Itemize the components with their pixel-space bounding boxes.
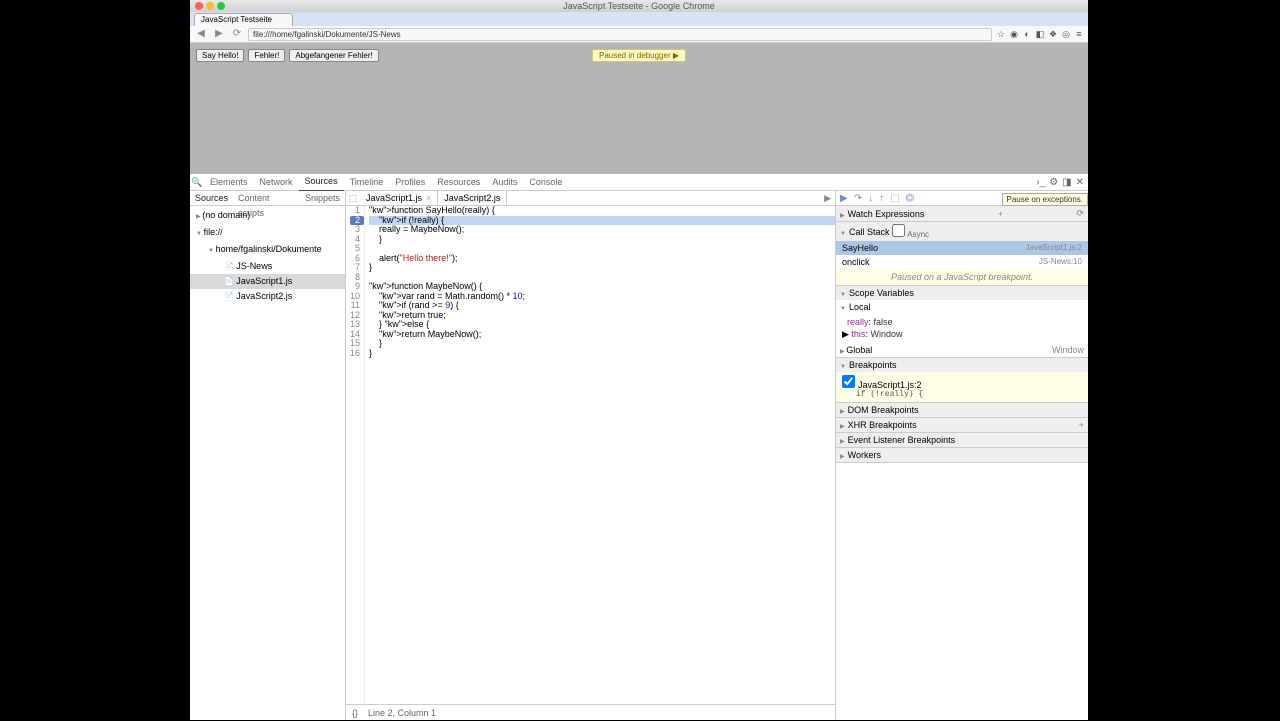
close-icon[interactable] — [195, 2, 203, 10]
menu-icon[interactable]: ≡ — [1074, 29, 1084, 39]
devtools-tabs: 🔍 Elements Network Sources Timeline Prof… — [190, 174, 1088, 191]
tree-file[interactable]: JavaScript1.js — [190, 274, 345, 289]
paused-banner: Paused in debugger ▶ — [592, 49, 686, 62]
scope-global[interactable]: GlobalWindow — [836, 343, 1088, 357]
page-content: Say Hello! Fehler! Abgefangener Fehler! … — [190, 43, 1088, 174]
tab-sources[interactable]: Sources — [299, 173, 344, 191]
paused-message: Paused on a JavaScript breakpoint. — [836, 269, 1088, 285]
tab-audits[interactable]: Audits — [486, 174, 523, 191]
minimize-icon[interactable] — [206, 2, 214, 10]
refresh-icon[interactable]: ⟳ — [1076, 208, 1084, 219]
dock-icon[interactable]: ◨ — [1062, 177, 1071, 188]
tree-file[interactable]: JavaScript2.js — [190, 289, 345, 304]
close-devtools-icon[interactable]: ✕ — [1076, 177, 1084, 188]
tree-folder[interactable]: home/fgalinski/Dokumente — [190, 242, 345, 259]
nav-tab-sources[interactable]: Sources — [190, 191, 233, 205]
window-controls[interactable] — [195, 2, 225, 10]
breakpoint-checkbox[interactable] — [842, 375, 855, 388]
browser-tabstrip: JavaScript Testseite — [190, 12, 1088, 26]
tree-scheme[interactable]: file:// — [190, 225, 345, 242]
reload-icon[interactable]: ⟳ — [230, 27, 244, 41]
line-gutter[interactable]: 12345678910111213141516 — [346, 206, 365, 704]
tab-timeline[interactable]: Timeline — [344, 174, 390, 191]
workers-header[interactable]: Workers — [836, 448, 1088, 462]
nav-tab-snippets[interactable]: Snippets — [300, 191, 345, 205]
window-title: JavaScript Testseite - Google Chrome — [563, 1, 714, 11]
scope-variable[interactable]: really: false — [842, 316, 1082, 328]
call-frame[interactable]: onclick JS-News:10 — [836, 255, 1088, 269]
ext-icon[interactable]: ◉ — [1009, 29, 1019, 39]
scope-header[interactable]: Scope Variables — [836, 286, 1088, 300]
pause-exceptions-icon[interactable]: ⏣ — [906, 193, 915, 204]
call-frame[interactable]: SayHello JavaScript1.js:2 — [836, 241, 1088, 255]
xhr-breakpoints-header[interactable]: XHR Breakpoints+ — [836, 418, 1088, 432]
toolbar: ◀ ▶ ⟳ file:///home/fgalinski/Dokumente/J… — [190, 26, 1088, 43]
nav-prev-icon[interactable]: ⬚ — [346, 193, 360, 204]
scope-variable[interactable]: ▶ this: Window — [842, 328, 1082, 341]
tree-no-domain[interactable]: (no domain) — [190, 208, 345, 225]
editor-statusbar: {} Line 2, Column 1 — [346, 704, 835, 720]
pretty-print-icon[interactable]: {} — [352, 705, 358, 720]
abgefangener-fehler-button[interactable]: Abgefangener Fehler! — [289, 49, 378, 62]
ext-icon[interactable]: ◐ — [1022, 29, 1032, 39]
zoom-icon[interactable] — [217, 2, 225, 10]
ext-icon[interactable]: ◧ — [1035, 29, 1045, 39]
source-code[interactable]: "kw">function SayHello(really) { "kw">if… — [365, 206, 835, 704]
dom-breakpoints-header[interactable]: DOM Breakpoints — [836, 403, 1088, 417]
star-icon[interactable]: ☆ — [996, 29, 1006, 39]
close-tab-icon[interactable]: × — [426, 193, 431, 203]
ext-icon[interactable]: ❖ — [1048, 29, 1058, 39]
address-bar[interactable]: file:///home/fgalinski/Dokumente/JS-News — [248, 28, 992, 41]
source-editor: ⬚ JavaScript1.js× JavaScript2.js ▶ 12345… — [346, 191, 836, 720]
debugger-toolbar: ▶ ↷ ↓ ↑ ⬚ ⏣ Pause on exceptions. — [836, 191, 1088, 206]
tooltip: Pause on exceptions. — [1002, 193, 1089, 206]
deactivate-breakpoints-icon[interactable]: ⬚ — [890, 193, 899, 204]
event-listener-breakpoints-header[interactable]: Event Listener Breakpoints — [836, 433, 1088, 447]
editor-tab[interactable]: JavaScript2.js — [438, 191, 507, 205]
extension-icons: ☆ ◉ ◐ ◧ ❖ ◎ ≡ — [996, 29, 1084, 39]
step-out-icon[interactable]: ↑ — [879, 193, 884, 204]
sources-navigator: Sources Content scripts Snippets (no dom… — [190, 191, 346, 720]
fehler-button[interactable]: Fehler! — [248, 49, 285, 62]
watch-header[interactable]: Watch Expressions+⟳ — [836, 206, 1088, 221]
tab-console[interactable]: Console — [523, 174, 568, 191]
breakpoints-header[interactable]: Breakpoints — [836, 358, 1088, 372]
nav-tab-content-scripts[interactable]: Content scripts — [233, 191, 300, 205]
settings-icon[interactable]: ⚙ — [1049, 177, 1058, 188]
window-titlebar: JavaScript Testseite - Google Chrome — [190, 0, 1088, 12]
say-hello-button[interactable]: Say Hello! — [196, 49, 244, 62]
callstack-header[interactable]: Call Stack Async — [836, 222, 1088, 241]
tab-elements[interactable]: Elements — [204, 174, 254, 191]
forward-icon[interactable]: ▶ — [212, 27, 226, 41]
search-icon[interactable]: 🔍 — [190, 177, 204, 188]
tab-network[interactable]: Network — [254, 174, 299, 191]
step-into-icon[interactable]: ↓ — [868, 193, 873, 204]
cursor-position: Line 2, Column 1 — [368, 705, 436, 720]
drawer-icon[interactable]: ›_ — [1036, 177, 1045, 188]
async-checkbox[interactable] — [892, 224, 905, 237]
scope-local[interactable]: Local — [836, 300, 1088, 314]
browser-tab[interactable]: JavaScript Testseite — [194, 13, 293, 26]
ext-icon[interactable]: ◎ — [1061, 29, 1071, 39]
debugger-sidebar: ▶ ↷ ↓ ↑ ⬚ ⏣ Pause on exceptions. Watch E… — [836, 191, 1088, 720]
add-icon[interactable]: + — [1079, 420, 1084, 430]
tab-profiles[interactable]: Profiles — [389, 174, 431, 191]
back-icon[interactable]: ◀ — [194, 27, 208, 41]
devtools-panel: 🔍 Elements Network Sources Timeline Prof… — [190, 174, 1088, 720]
tree-file[interactable]: JS-News — [190, 259, 345, 274]
step-over-icon[interactable]: ↷ — [854, 193, 862, 204]
tab-resources[interactable]: Resources — [431, 174, 486, 191]
resume-icon[interactable]: ▶ — [840, 193, 848, 204]
add-icon[interactable]: + — [998, 209, 1003, 219]
editor-tab[interactable]: JavaScript1.js× — [360, 191, 438, 205]
run-icon[interactable]: ▶ — [820, 193, 835, 204]
breakpoint-item[interactable]: JavaScript1.js:2 if (!really) { — [836, 372, 1088, 402]
